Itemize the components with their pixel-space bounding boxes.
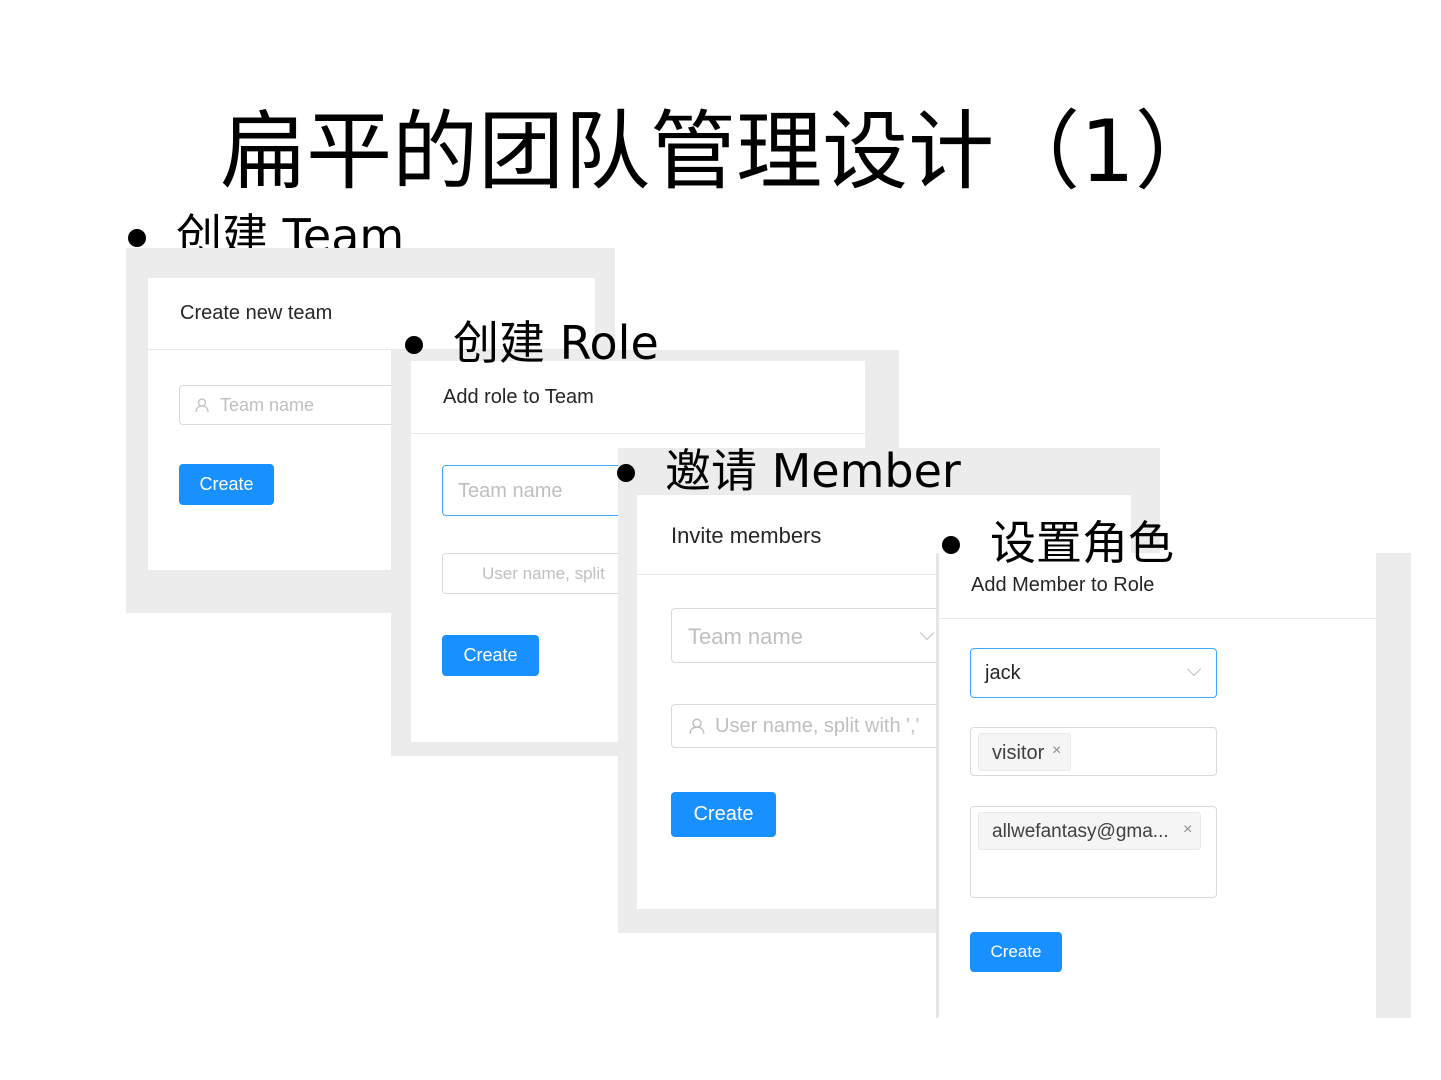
bullet-set-role: 设置角色 xyxy=(942,515,1174,571)
member-select[interactable]: jack xyxy=(970,648,1217,698)
bullet-dot xyxy=(128,229,146,247)
card-title: Invite members xyxy=(671,523,822,548)
team-name-placeholder: Team name xyxy=(458,480,563,502)
close-icon[interactable]: × xyxy=(1052,742,1061,760)
bullet-dot xyxy=(405,336,423,354)
invite-create-button[interactable]: Create xyxy=(671,792,776,837)
team-name-placeholder: Team name xyxy=(688,624,803,649)
set-role-create-button[interactable]: Create xyxy=(970,932,1062,972)
bullet-invite-member: 邀请 Member xyxy=(617,443,961,499)
member-tags-input[interactable]: allwefantasy@gma... × xyxy=(970,806,1217,898)
close-icon[interactable]: × xyxy=(1183,821,1192,839)
card-title: Add Member to Role xyxy=(971,574,1155,596)
bullet-dot xyxy=(617,464,635,482)
slide-title: 扁平的团队管理设计（1） xyxy=(220,102,1221,202)
card-title: Create new team xyxy=(180,302,333,324)
user-name-input[interactable]: User name, split with ',' xyxy=(671,704,943,748)
card-divider xyxy=(411,433,865,434)
user-icon xyxy=(689,718,705,734)
create-role-button[interactable]: Create xyxy=(442,635,539,676)
chevron-down-icon xyxy=(1186,661,1202,677)
member-tag-label: allwefantasy@gma... xyxy=(992,821,1169,842)
selected-member: jack xyxy=(985,662,1021,684)
user-name-placeholder: User name, split xyxy=(482,564,605,583)
create-team-button[interactable]: Create xyxy=(179,464,274,505)
bullet-label: 创建 Role xyxy=(453,316,659,370)
role-select[interactable]: visitor × xyxy=(970,727,1217,776)
chevron-down-icon xyxy=(919,625,935,641)
bullet-dot xyxy=(942,536,960,554)
member-tag: allwefantasy@gma... × xyxy=(978,812,1201,850)
bullet-create-role: 创建 Role xyxy=(405,315,659,371)
set-role-card: Add Member to Role jack visitor × allwef… xyxy=(936,553,1411,1018)
bullet-label: 邀请 Member xyxy=(665,444,961,498)
team-name-placeholder: Team name xyxy=(220,395,315,415)
role-tag: visitor × xyxy=(978,733,1071,771)
scroll-area xyxy=(1376,553,1411,1018)
user-name-placeholder: User name, split with ',' xyxy=(715,715,920,737)
team-name-select[interactable]: Team name xyxy=(671,608,943,663)
bullet-label: 设置角色 xyxy=(990,516,1174,570)
role-tag-label: visitor xyxy=(992,742,1045,764)
user-icon xyxy=(195,398,209,413)
card-divider xyxy=(939,618,1376,619)
card-title: Add role to Team xyxy=(443,386,594,408)
